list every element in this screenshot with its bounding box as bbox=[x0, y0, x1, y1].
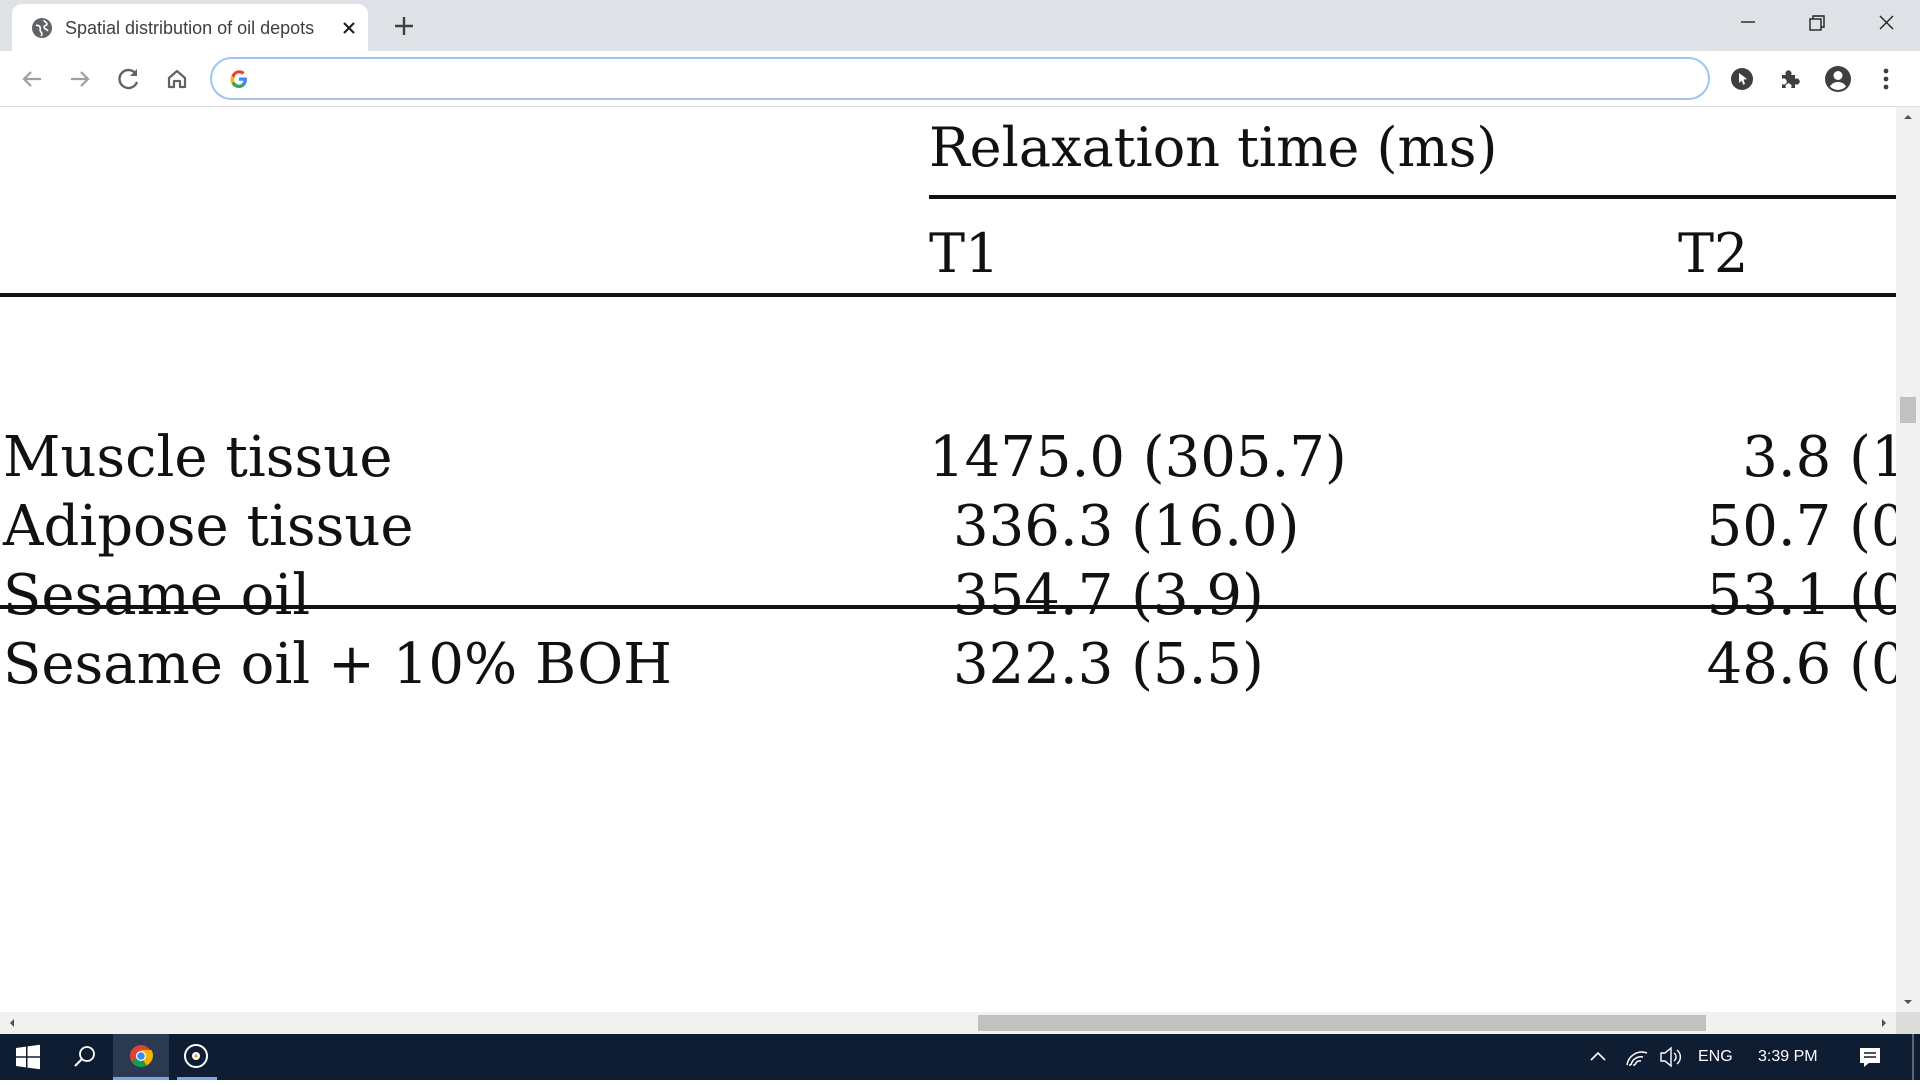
cell-t1: 1475.0 (305.7) bbox=[929, 425, 1347, 490]
cell-t1: 354.7 (3.9) bbox=[953, 563, 1264, 628]
globe-icon bbox=[32, 18, 52, 38]
address-bar[interactable] bbox=[210, 57, 1710, 100]
notification-icon[interactable] bbox=[1854, 1034, 1886, 1080]
windows-start-icon[interactable] bbox=[0, 1034, 56, 1080]
plus-icon[interactable] bbox=[390, 12, 418, 40]
column-header-t2: T2 bbox=[1678, 222, 1749, 285]
window-close-icon[interactable] bbox=[1856, 6, 1916, 40]
close-icon[interactable] bbox=[337, 16, 361, 40]
show-desktop-button[interactable] bbox=[1912, 1034, 1914, 1080]
tab-title: Spatial distribution of oil depots bbox=[65, 16, 335, 40]
chevron-up-icon[interactable] bbox=[1584, 1034, 1612, 1080]
scroll-right-icon[interactable] bbox=[1878, 1017, 1890, 1029]
scrollbar-corner bbox=[1896, 1012, 1920, 1034]
more-menu-icon[interactable] bbox=[1870, 63, 1902, 95]
taskbar-app[interactable] bbox=[169, 1034, 225, 1080]
restore-icon[interactable] bbox=[1786, 6, 1846, 40]
scroll-up-icon[interactable] bbox=[1902, 111, 1914, 123]
page-viewport: Relaxation time (ms) T1 T2 Muscle tissue… bbox=[0, 107, 1896, 1012]
minimize-icon[interactable] bbox=[1718, 6, 1778, 40]
column-header-t1: T1 bbox=[929, 222, 1000, 285]
cell-t2: 53.1 (0.5 bbox=[1706, 563, 1896, 628]
cursor-extension-icon[interactable] bbox=[1726, 63, 1758, 95]
table-rule-bottom bbox=[0, 605, 1896, 609]
cell-t2: 48.6 (0.4 bbox=[1706, 632, 1896, 697]
row-label: Sesame oil + 10% BOH bbox=[3, 632, 672, 697]
horizontal-scrollbar[interactable] bbox=[0, 1012, 1896, 1034]
taskbar-chrome[interactable] bbox=[113, 1034, 169, 1080]
table-rule-top bbox=[0, 293, 1896, 297]
header-divider bbox=[929, 195, 1896, 199]
puzzle-icon[interactable] bbox=[1774, 63, 1806, 95]
table-row: Muscle tissue 1475.0 (305.7) 3.8 (1.6 bbox=[0, 423, 1896, 492]
browser-tab[interactable]: Spatial distribution of oil depots bbox=[12, 4, 368, 51]
cell-t1: 336.3 (16.0) bbox=[953, 494, 1300, 559]
google-icon bbox=[230, 70, 247, 89]
row-label: Sesame oil bbox=[3, 563, 311, 628]
clock[interactable]: 3:39 PM bbox=[1758, 1034, 1818, 1080]
tab-strip: Spatial distribution of oil depots bbox=[0, 0, 1920, 51]
disc-app-icon bbox=[184, 1044, 208, 1068]
scroll-left-icon[interactable] bbox=[6, 1017, 18, 1029]
home-icon[interactable] bbox=[161, 63, 193, 95]
volume-icon[interactable] bbox=[1656, 1034, 1686, 1080]
cell-t2: 3.8 (1.6 bbox=[1742, 425, 1896, 490]
profile-icon[interactable] bbox=[1822, 63, 1854, 95]
row-label: Adipose tissue bbox=[3, 494, 414, 559]
arrow-right-icon[interactable] bbox=[64, 63, 96, 95]
group-header: Relaxation time (ms) bbox=[929, 116, 1498, 179]
vertical-scroll-thumb[interactable] bbox=[1900, 397, 1916, 423]
language-indicator[interactable]: ENG bbox=[1698, 1034, 1733, 1080]
address-input[interactable] bbox=[262, 65, 1682, 93]
horizontal-scroll-thumb[interactable] bbox=[978, 1015, 1706, 1031]
row-label: Muscle tissue bbox=[3, 425, 393, 490]
cell-t1: 322.3 (5.5) bbox=[953, 632, 1264, 697]
arrow-left-icon[interactable] bbox=[16, 63, 48, 95]
reload-icon[interactable] bbox=[113, 63, 145, 95]
table-row: Sesame oil + 10% BOH 322.3 (5.5) 48.6 (0… bbox=[0, 630, 1896, 699]
browser-toolbar bbox=[0, 51, 1920, 107]
table-row: Adipose tissue 336.3 (16.0) 50.7 (0.8 bbox=[0, 492, 1896, 561]
vertical-scrollbar[interactable] bbox=[1896, 107, 1920, 1012]
scroll-down-icon[interactable] bbox=[1902, 996, 1914, 1008]
cell-t2: 50.7 (0.8 bbox=[1706, 494, 1896, 559]
taskbar: ENG 3:39 PM bbox=[0, 1034, 1920, 1080]
chrome-icon bbox=[130, 1045, 153, 1067]
table-row: Sesame oil 354.7 (3.9) 53.1 (0.5 bbox=[0, 561, 1896, 630]
network-icon[interactable] bbox=[1622, 1034, 1652, 1080]
search-icon[interactable] bbox=[56, 1034, 112, 1080]
